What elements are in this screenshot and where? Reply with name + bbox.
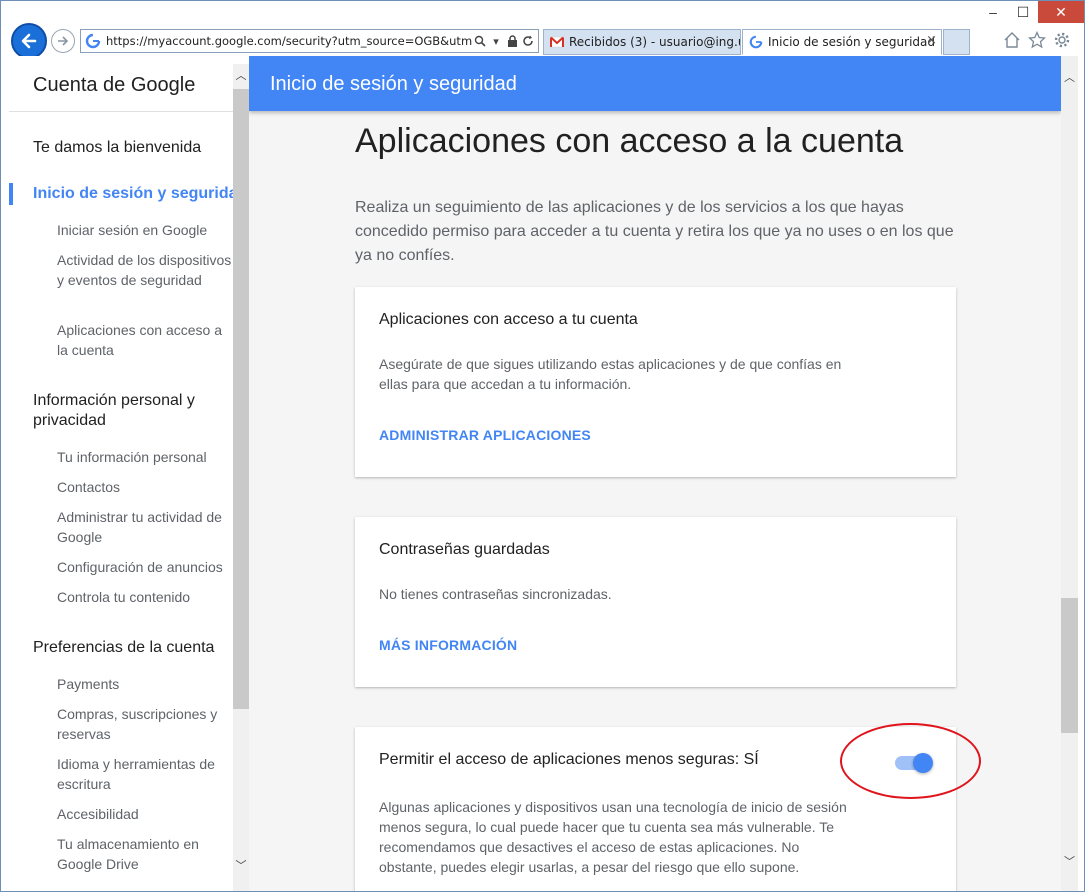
sidebar-item-ad-settings[interactable]: Configuración de anuncios <box>57 557 233 577</box>
chevron-down-icon[interactable]: ﹀ <box>233 858 249 874</box>
close-window-button[interactable]: ✕ <box>1038 1 1084 23</box>
address-text[interactable]: https://myaccount.google.com/security?ut… <box>106 34 472 48</box>
sidebar-item-language[interactable]: Idioma y herramientas de escritura <box>57 754 233 794</box>
sidebar-item-control-content[interactable]: Controla tu contenido <box>57 587 233 607</box>
close-tab-icon[interactable]: × <box>926 33 937 48</box>
gmail-icon <box>550 36 564 48</box>
card-body: Algunas aplicaciones y dispositivos usan… <box>379 799 847 875</box>
tab-gmail[interactable]: Recibidos (3) - usuario@ing.un... <box>543 29 741 55</box>
sidebar: Cuenta de Google Te damos la bienvenida … <box>9 56 233 891</box>
app-bar-title: Inicio de sesión y seguridad <box>270 73 517 95</box>
arrow-left-icon <box>21 33 37 49</box>
gear-icon[interactable] <box>1051 29 1073 51</box>
divider <box>9 111 233 112</box>
sidebar-item-purchases[interactable]: Compras, suscripciones y reservas <box>57 704 233 744</box>
chevron-up-icon[interactable]: ︿ <box>233 68 249 84</box>
sidebar-item-drive-storage[interactable]: Tu almacenamiento en Google Drive <box>57 834 233 874</box>
sidebar-item-accessibility[interactable]: Accesibilidad <box>57 804 233 824</box>
card-title: Permitir el acceso de aplicaciones menos… <box>379 751 759 768</box>
minimize-button[interactable]: – <box>978 1 1008 23</box>
main-scroll-thumb[interactable] <box>1061 598 1078 733</box>
browser-chrome: – ☐ ✕ https://myaccount.google.com/secur… <box>1 1 1084 59</box>
tab-security[interactable]: Inicio de sesión y seguridad × <box>742 29 942 55</box>
refresh-icon[interactable] <box>520 33 536 49</box>
page-title: Aplicaciones con acceso a la cuenta <box>355 122 904 160</box>
sidebar-section-account-prefs[interactable]: Preferencias de la cuenta <box>33 638 233 658</box>
star-icon[interactable] <box>1026 29 1048 51</box>
home-icon[interactable] <box>1001 29 1023 51</box>
sidebar-scrollbar[interactable]: ︿ ﹀ <box>233 64 249 891</box>
saved-passwords-card: Contraseñas guardadas No tienes contrase… <box>355 517 956 687</box>
browser-window: – ☐ ✕ https://myaccount.google.com/secur… <box>0 0 1085 892</box>
page-description: Realiza un seguimiento de las aplicacion… <box>355 199 954 264</box>
sidebar-item-device-activity[interactable]: Actividad de los dispositivos y eventos … <box>57 250 233 290</box>
sidebar-section-welcome[interactable]: Te damos la bienvenida <box>33 138 233 158</box>
card-body: Asegúrate de que sigues utilizando estas… <box>379 356 842 392</box>
app-bar: Inicio de sesión y seguridad <box>249 56 1061 111</box>
connected-apps-card: Aplicaciones con acceso a tu cuenta Aseg… <box>355 287 956 477</box>
more-info-link[interactable]: MÁS INFORMACIÓN <box>379 637 517 653</box>
card-body: No tienes contraseñas sincronizadas. <box>379 586 612 602</box>
manage-apps-link[interactable]: ADMINISTRAR APLICACIONES <box>379 427 591 443</box>
annotation-ellipse <box>840 723 981 799</box>
sidebar-section-personal-info[interactable]: Información personal y privacidad <box>33 391 233 431</box>
sidebar-item-activity-controls[interactable]: Administrar tu actividad de Google <box>57 507 233 547</box>
card-title: Aplicaciones con acceso a tu cuenta <box>379 311 638 328</box>
sidebar-item-personal-info[interactable]: Tu información personal <box>57 447 233 467</box>
sidebar-item-payments[interactable]: Payments <box>57 674 233 694</box>
card-title: Contraseñas guardadas <box>379 541 550 558</box>
address-bar[interactable]: https://myaccount.google.com/security?ut… <box>80 29 539 53</box>
chevron-up-icon[interactable]: ︿ <box>1061 70 1078 86</box>
chevron-down-icon[interactable]: ﹀ <box>1061 854 1078 870</box>
active-indicator <box>9 183 13 205</box>
sidebar-item-signin-google[interactable]: Iniciar sesión en Google <box>57 220 233 240</box>
maximize-button[interactable]: ☐ <box>1008 1 1038 23</box>
sidebar-scroll-thumb[interactable] <box>233 89 249 709</box>
sidebar-section-security[interactable]: Inicio de sesión y seguridad <box>33 184 233 204</box>
tab-label: Recibidos (3) - usuario@ing.un... <box>569 35 740 49</box>
forward-button[interactable] <box>51 29 75 53</box>
google-favicon-icon <box>85 33 101 49</box>
search-icon[interactable] <box>472 33 488 49</box>
arrow-right-icon <box>58 36 69 46</box>
sidebar-item-contacts[interactable]: Contactos <box>57 477 233 497</box>
sidebar-item-connected-apps[interactable]: Aplicaciones con acceso a la cuenta <box>57 320 233 360</box>
dropdown-arrow-icon[interactable]: ▾ <box>488 33 504 49</box>
lock-icon[interactable] <box>504 33 520 49</box>
tab-label: Inicio de sesión y seguridad <box>768 35 935 49</box>
main-scrollbar[interactable]: ︿ ﹀ <box>1061 56 1078 891</box>
google-favicon-icon <box>749 35 763 49</box>
new-tab-button[interactable] <box>943 29 970 55</box>
back-button[interactable] <box>11 23 47 59</box>
sidebar-title[interactable]: Cuenta de Google <box>33 74 195 97</box>
